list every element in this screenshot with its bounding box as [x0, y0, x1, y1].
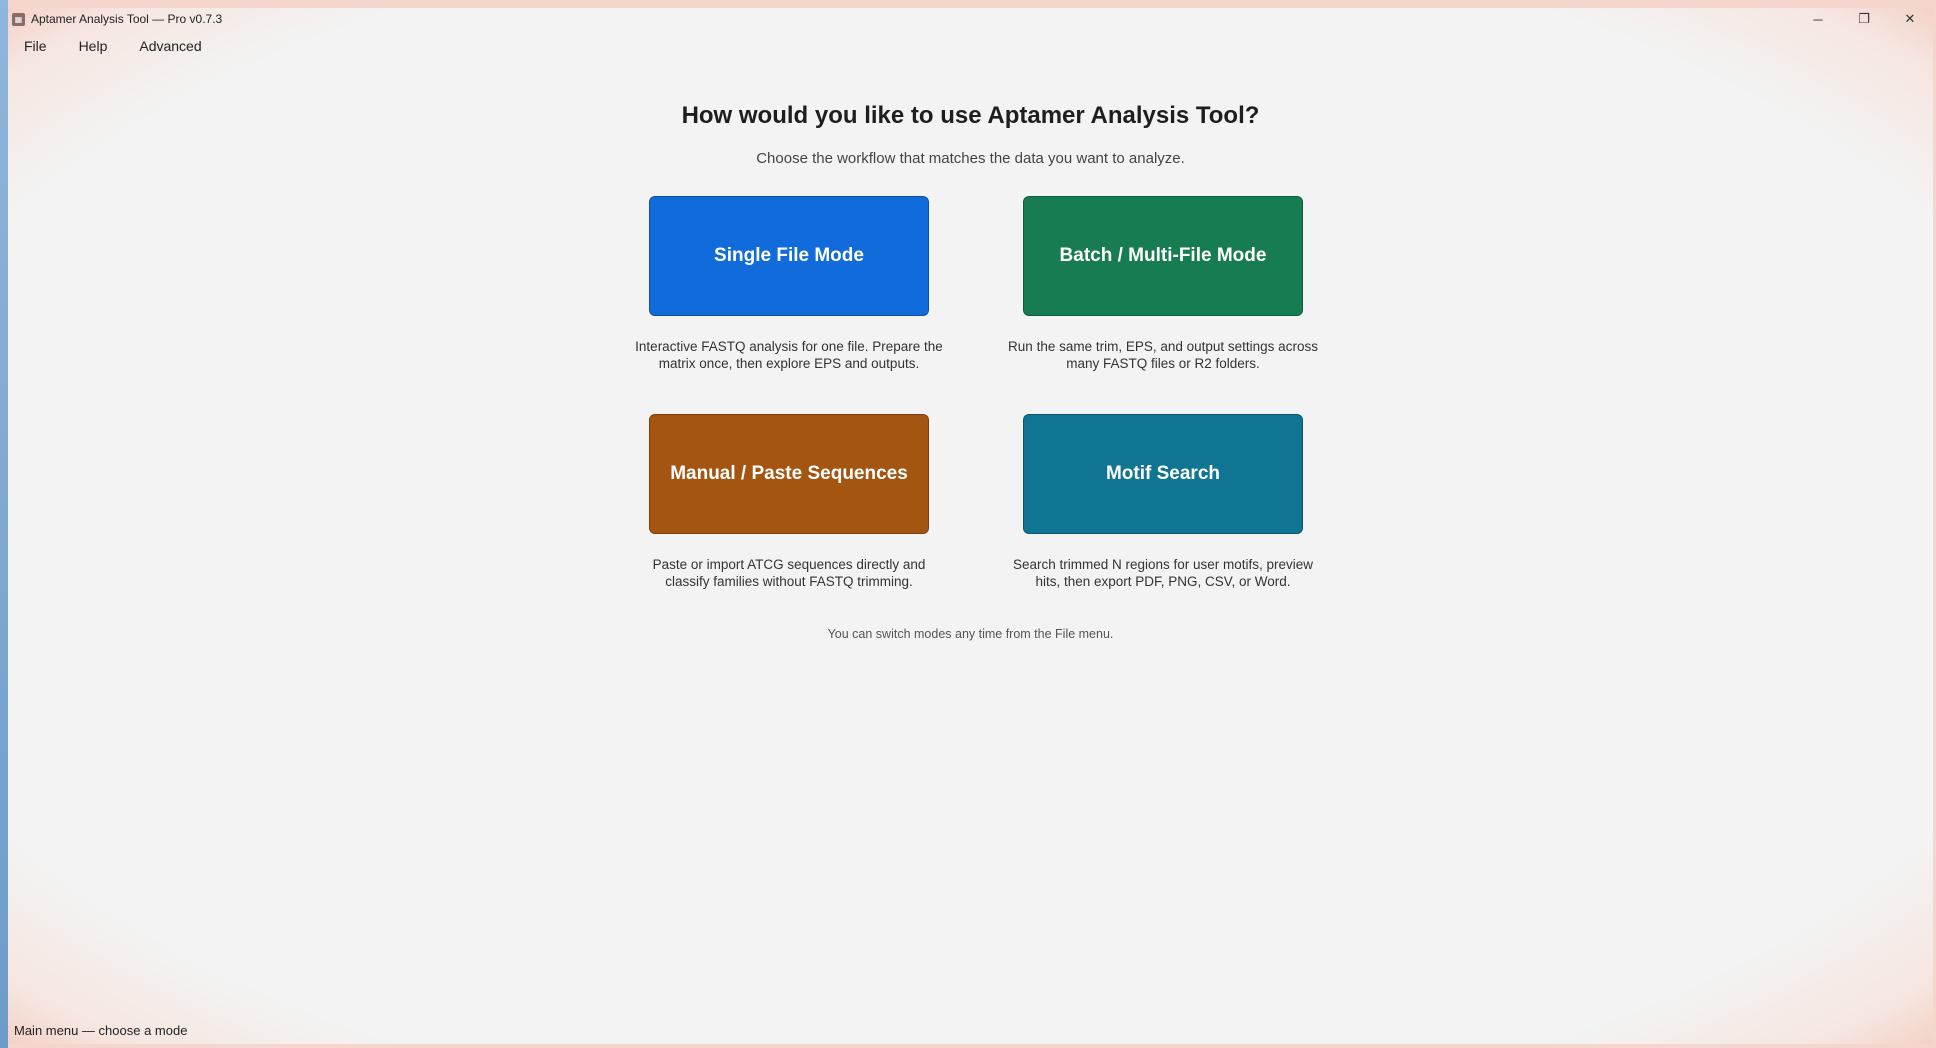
single-file-mode-button[interactable]: Single File Mode	[649, 196, 929, 316]
mode-switch-hint: You can switch modes any time from the F…	[827, 627, 1114, 641]
desktop-edge	[0, 0, 8, 1048]
description-line: hits, then export PDF, PNG, CSV, or Word…	[1035, 574, 1291, 589]
motif-search-mode-button[interactable]: Motif Search	[1023, 414, 1303, 534]
single-file-mode-description: Interactive FASTQ analysis for one file.…	[619, 338, 959, 372]
page-title: How would you like to use Aptamer Analys…	[681, 102, 1260, 129]
batch-mode-button[interactable]: Batch / Multi-File Mode	[1023, 196, 1303, 316]
page-subtitle: Choose the workflow that matches the dat…	[756, 150, 1185, 167]
batch-mode-description: Run the same trim, EPS, and output setti…	[993, 338, 1333, 372]
app-window: ▦ Aptamer Analysis Tool — Pro v0.7.3 ─ ❐…	[0, 0, 1936, 1048]
status-bar: Main menu — choose a mode	[14, 1023, 188, 1038]
description-line: Interactive FASTQ analysis for one file.…	[635, 339, 943, 354]
description-line: many FASTQ files or R2 folders.	[1066, 356, 1260, 371]
motif-search-mode-description: Search trimmed N regions for user motifs…	[993, 556, 1333, 590]
manual-paste-mode-button[interactable]: Manual / Paste Sequences	[649, 414, 929, 534]
window-client: ▦ Aptamer Analysis Tool — Pro v0.7.3 ─ ❐…	[8, 8, 1933, 1044]
description-line: matrix once, then explore EPS and output…	[658, 356, 920, 371]
mode-selection-panel: How would you like to use Aptamer Analys…	[8, 8, 1933, 1044]
description-line: Paste or import ATCG sequences directly …	[652, 557, 926, 572]
description-line: Search trimmed N regions for user motifs…	[1012, 557, 1314, 572]
description-line: Run the same trim, EPS, and output setti…	[1008, 339, 1318, 354]
manual-paste-mode-description: Paste or import ATCG sequences directly …	[619, 556, 959, 590]
description-line: classify families without FASTQ trimming…	[665, 574, 913, 589]
